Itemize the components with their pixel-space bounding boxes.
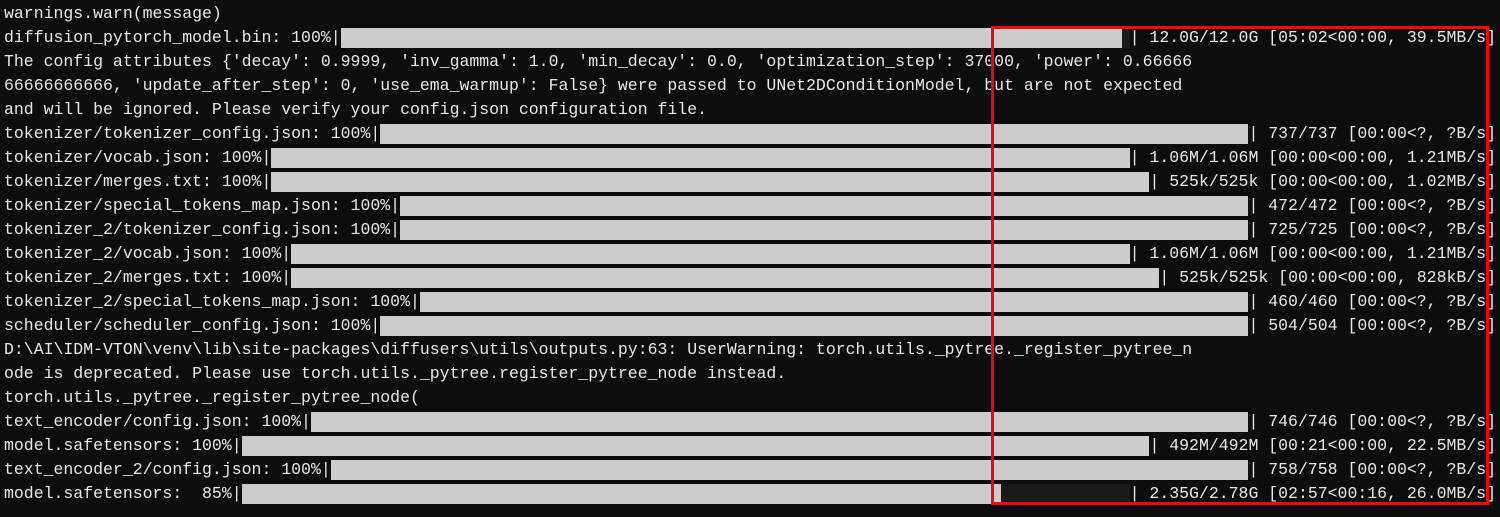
download-progress-line: model.safetensors: 85%| | 2.35G/2.78G [02…	[4, 482, 1496, 506]
progress-bar	[380, 122, 1248, 146]
progress-bar	[271, 170, 1149, 194]
progress-bar	[380, 314, 1248, 338]
download-progress-line: tokenizer_2/tokenizer_config.json: 100%|…	[4, 218, 1496, 242]
download-progress-line: tokenizer_2/vocab.json: 100%| | 1.06M/1.0…	[4, 242, 1496, 266]
progress-bar-fill	[341, 28, 1122, 48]
progress-bar	[291, 242, 1129, 266]
terminal-text-line: D:\AI\IDM-VTON\venv\lib\site-packages\di…	[4, 338, 1496, 362]
download-progress-line: tokenizer_2/merges.txt: 100%| | 525k/525k…	[4, 266, 1496, 290]
progress-bar	[400, 194, 1248, 218]
progress-label: scheduler/scheduler_config.json: 100%|	[4, 314, 380, 338]
progress-label: tokenizer/vocab.json: 100%|	[4, 146, 271, 170]
progress-label: text_encoder_2/config.json: 100%|	[4, 458, 331, 482]
progress-bar-fill	[380, 124, 1248, 144]
progress-bar-fill	[420, 292, 1249, 312]
progress-label: tokenizer_2/merges.txt: 100%|	[4, 266, 291, 290]
download-progress-line: diffusion_pytorch_model.bin: 100%| | 12.0…	[4, 26, 1496, 50]
progress-stats: | 1.06M/1.06M [00:00<00:00, 1.21MB/s]	[1130, 146, 1496, 170]
progress-bar-fill	[242, 484, 1001, 504]
progress-bar	[291, 266, 1159, 290]
terminal-text-line: torch.utils._pytree._register_pytree_nod…	[4, 386, 1496, 410]
terminal-text-line: 66666666666, 'update_after_step': 0, 'us…	[4, 74, 1496, 98]
download-progress-line: tokenizer/vocab.json: 100%| | 1.06M/1.06M…	[4, 146, 1496, 170]
download-progress-line: tokenizer_2/special_tokens_map.json: 100…	[4, 290, 1496, 314]
progress-bar	[311, 410, 1249, 434]
progress-stats: | 758/758 [00:00<?, ?B/s]	[1248, 458, 1496, 482]
progress-label: tokenizer_2/special_tokens_map.json: 100…	[4, 290, 420, 314]
progress-label: tokenizer_2/tokenizer_config.json: 100%|	[4, 218, 400, 242]
progress-stats: | 525k/525k [00:00<00:00, 828kB/s]	[1159, 266, 1496, 290]
download-progress-line: tokenizer/merges.txt: 100%| | 525k/525k […	[4, 170, 1496, 194]
progress-bar	[331, 458, 1249, 482]
progress-stats: | 2.35G/2.78G [02:57<00:16, 26.0MB/s]	[1130, 482, 1496, 506]
progress-label: tokenizer/merges.txt: 100%|	[4, 170, 271, 194]
progress-bar	[420, 290, 1249, 314]
progress-label: tokenizer_2/vocab.json: 100%|	[4, 242, 291, 266]
progress-label: tokenizer/special_tokens_map.json: 100%|	[4, 194, 400, 218]
progress-stats: | 12.0G/12.0G [05:02<00:00, 39.5MB/s]	[1130, 26, 1496, 50]
download-progress-line: text_encoder_2/config.json: 100%| | 758/7…	[4, 458, 1496, 482]
progress-label: model.safetensors: 100%|	[4, 434, 242, 458]
progress-stats: | 472/472 [00:00<?, ?B/s]	[1248, 194, 1496, 218]
terminal-text-line: The config attributes {'decay': 0.9999, …	[4, 50, 1496, 74]
terminal-output: warnings.warn(message)diffusion_pytorch_…	[4, 2, 1496, 506]
progress-stats: | 525k/525k [00:00<00:00, 1.02MB/s]	[1149, 170, 1496, 194]
progress-label: diffusion_pytorch_model.bin: 100%|	[4, 26, 341, 50]
download-progress-line: model.safetensors: 100%| | 492M/492M [00:…	[4, 434, 1496, 458]
progress-label: tokenizer/tokenizer_config.json: 100%|	[4, 122, 380, 146]
progress-bar-fill	[291, 244, 1129, 264]
progress-bar-empty	[1122, 28, 1130, 48]
progress-bar-fill	[271, 148, 1129, 168]
progress-bar-empty	[1001, 484, 1130, 504]
download-progress-line: scheduler/scheduler_config.json: 100%| | …	[4, 314, 1496, 338]
terminal-text-line: and will be ignored. Please verify your …	[4, 98, 1496, 122]
progress-stats: | 725/725 [00:00<?, ?B/s]	[1248, 218, 1496, 242]
terminal-text-line: ode is deprecated. Please use torch.util…	[4, 362, 1496, 386]
progress-bar	[242, 434, 1150, 458]
progress-bar	[271, 146, 1129, 170]
download-progress-line: tokenizer/special_tokens_map.json: 100%|…	[4, 194, 1496, 218]
progress-bar	[341, 26, 1130, 50]
progress-stats: | 492M/492M [00:21<00:00, 22.5MB/s]	[1149, 434, 1496, 458]
progress-bar	[242, 482, 1130, 506]
progress-stats: | 460/460 [00:00<?, ?B/s]	[1248, 290, 1496, 314]
terminal-text-line: warnings.warn(message)	[4, 2, 1496, 26]
progress-bar-fill	[400, 196, 1248, 216]
progress-bar-fill	[380, 316, 1248, 336]
progress-bar-fill	[311, 412, 1249, 432]
progress-stats: | 737/737 [00:00<?, ?B/s]	[1248, 122, 1496, 146]
progress-bar-fill	[271, 172, 1149, 192]
progress-bar-fill	[242, 436, 1150, 456]
progress-bar-fill	[291, 268, 1159, 288]
download-progress-line: tokenizer/tokenizer_config.json: 100%| | …	[4, 122, 1496, 146]
progress-stats: | 1.06M/1.06M [00:00<00:00, 1.21MB/s]	[1130, 242, 1496, 266]
progress-label: model.safetensors: 85%|	[4, 482, 242, 506]
progress-bar-fill	[400, 220, 1248, 240]
progress-stats: | 504/504 [00:00<?, ?B/s]	[1248, 314, 1496, 338]
progress-stats: | 746/746 [00:00<?, ?B/s]	[1248, 410, 1496, 434]
download-progress-line: text_encoder/config.json: 100%| | 746/746…	[4, 410, 1496, 434]
progress-bar-fill	[331, 460, 1249, 480]
progress-label: text_encoder/config.json: 100%|	[4, 410, 311, 434]
progress-bar	[400, 218, 1248, 242]
